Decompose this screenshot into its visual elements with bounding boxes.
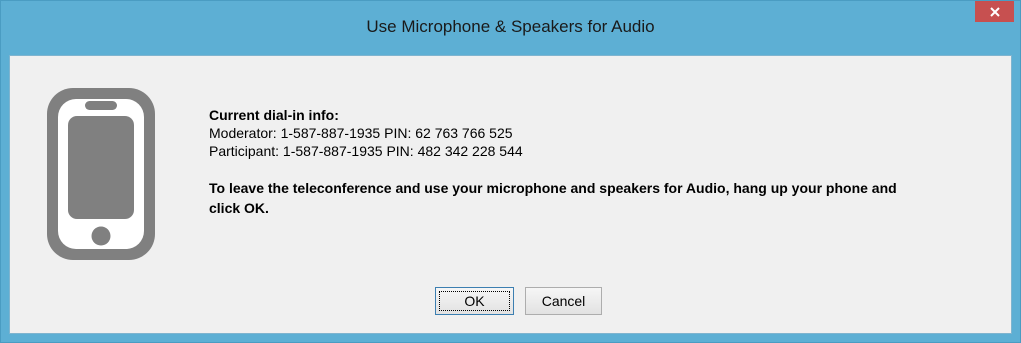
close-button[interactable] (975, 1, 1014, 22)
message-area: Current dial-in info: Moderator: 1-587-8… (209, 106, 969, 218)
dialog-window: Use Microphone & Speakers for Audio Curr… (0, 0, 1021, 343)
close-icon (989, 6, 1001, 18)
cancel-button[interactable]: Cancel (525, 287, 602, 315)
title-bar[interactable]: Use Microphone & Speakers for Audio (1, 1, 1020, 55)
cancel-button-label: Cancel (541, 293, 586, 309)
dial-in-heading: Current dial-in info: (209, 107, 339, 123)
ok-button[interactable]: OK (435, 287, 514, 315)
dialog-content: Current dial-in info: Moderator: 1-587-8… (9, 55, 1012, 334)
phone-icon (41, 84, 161, 264)
moderator-info: Moderator: 1-587-887-1935 PIN: 62 763 76… (209, 125, 513, 141)
instructions-text: To leave the teleconference and use your… (209, 180, 897, 216)
dialog-title: Use Microphone & Speakers for Audio (366, 17, 655, 36)
focus-rectangle (439, 291, 510, 311)
participant-info: Participant: 1-587-887-1935 PIN: 482 342… (209, 143, 523, 159)
